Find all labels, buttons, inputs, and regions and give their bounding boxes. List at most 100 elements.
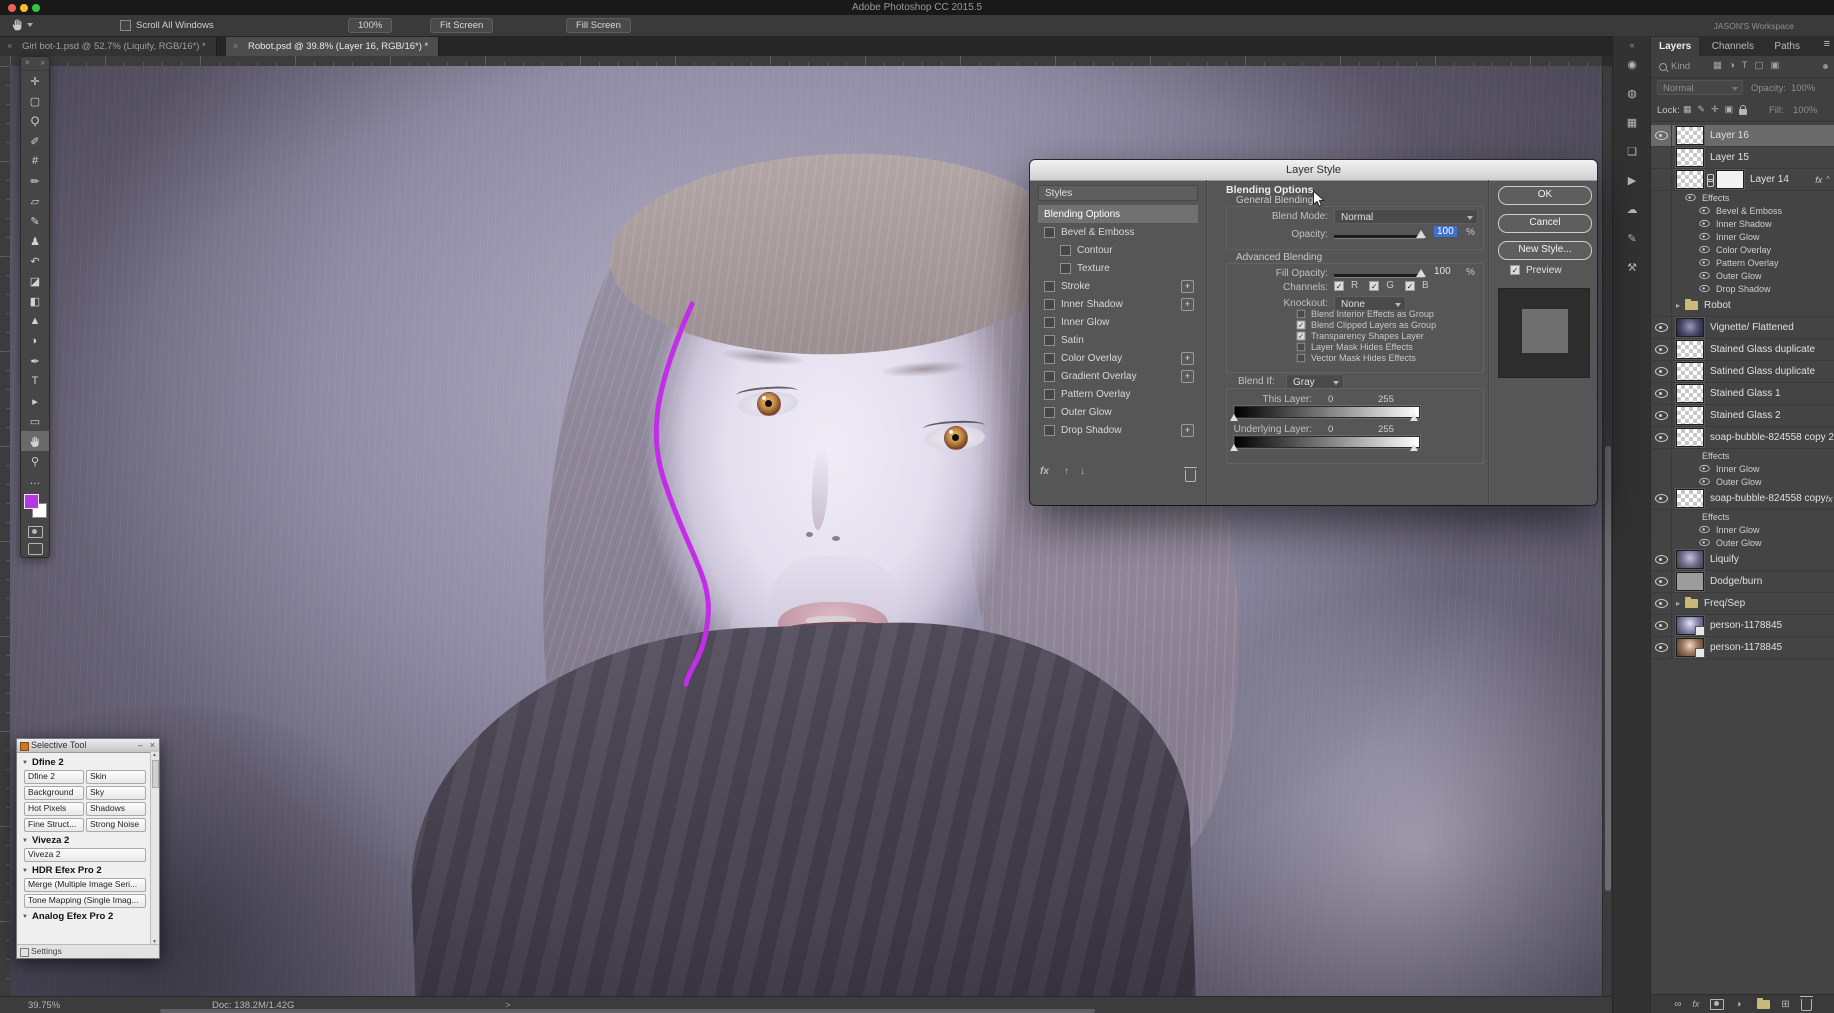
- layer-row-satined-glass-duplicate[interactable]: Satined Glass duplicate: [1651, 361, 1834, 383]
- layer-row-outer-glow[interactable]: Outer Glow: [1651, 475, 1834, 488]
- quick-mask-button[interactable]: [21, 523, 49, 540]
- layer-row-pattern-overlay[interactable]: Pattern Overlay: [1651, 256, 1834, 269]
- hand-tool[interactable]: [21, 431, 49, 451]
- opacity-slider-thumb[interactable]: [1416, 230, 1426, 238]
- visibility-toggle[interactable]: [1651, 169, 1672, 190]
- horizontal-scroll-thumb[interactable]: [160, 1009, 1095, 1013]
- move-style-up-icon[interactable]: ↑: [1064, 466, 1069, 477]
- add-style-instance-button[interactable]: +: [1181, 424, 1194, 437]
- visibility-toggle[interactable]: [1651, 536, 1672, 549]
- layer-row-outer-glow[interactable]: Outer Glow: [1651, 269, 1834, 282]
- visibility-toggle[interactable]: [1651, 256, 1672, 269]
- tab-channels[interactable]: Channels: [1704, 37, 1762, 57]
- document-tab-robot[interactable]: × Robot.psd @ 39.8% (Layer 16, RGB/16*) …: [226, 37, 439, 56]
- style-item-pattern-overlay[interactable]: Pattern Overlay: [1038, 385, 1198, 403]
- filter-button-strong-noise[interactable]: Strong Noise: [86, 818, 146, 832]
- add-layer-mask-icon[interactable]: [1710, 999, 1724, 1010]
- layer-row-color-overlay[interactable]: Color Overlay: [1651, 243, 1834, 256]
- visibility-toggle[interactable]: [1651, 488, 1672, 509]
- link-layers-icon[interactable]: ∞: [1674, 999, 1681, 1010]
- brush-tool[interactable]: ✎: [21, 211, 49, 231]
- style-checkbox[interactable]: [1044, 317, 1055, 328]
- settings-label[interactable]: Settings: [31, 946, 62, 956]
- ok-button[interactable]: OK: [1498, 186, 1592, 205]
- expand-group-icon[interactable]: ▸: [1676, 301, 1680, 310]
- crop-tool[interactable]: #: [21, 151, 49, 171]
- filter-shape-layers-icon[interactable]: ▢: [1755, 60, 1764, 71]
- collapse-section-icon[interactable]: ▼: [22, 914, 28, 920]
- actual-pixels-button[interactable]: 100%: [348, 18, 392, 33]
- style-item-drop-shadow[interactable]: Drop Shadow+: [1038, 421, 1198, 439]
- expand-panel-icon[interactable]: »: [41, 58, 45, 67]
- filter-button-fine-struct[interactable]: Fine Struct...: [24, 818, 84, 832]
- style-checkbox[interactable]: [1044, 299, 1055, 310]
- layer-row-dodge-burn[interactable]: Dodge/burn: [1651, 571, 1834, 593]
- collapse-section-icon[interactable]: ▼: [22, 868, 28, 874]
- layer-blend-mode-select[interactable]: Normal: [1657, 80, 1743, 95]
- close-panel-icon[interactable]: ×: [25, 58, 30, 67]
- visibility-toggle[interactable]: [1651, 593, 1672, 614]
- visibility-toggle[interactable]: [1651, 295, 1672, 316]
- visibility-toggle[interactable]: [1651, 615, 1672, 636]
- style-checkbox[interactable]: [1060, 245, 1071, 256]
- lock-pixels-icon[interactable]: ✎: [1698, 104, 1706, 115]
- option-layer-mask-hides-effects[interactable]: Layer Mask Hides Effects: [1296, 341, 1436, 352]
- fill-opacity-value[interactable]: 100: [1434, 266, 1451, 277]
- visibility-toggle[interactable]: [1651, 462, 1672, 475]
- visibility-toggle[interactable]: [1651, 549, 1672, 570]
- opacity-slider[interactable]: [1334, 235, 1424, 238]
- channel-r-checkbox[interactable]: ✓: [1334, 281, 1344, 291]
- filter-button-background[interactable]: Background: [24, 786, 84, 800]
- healing-brush-tool[interactable]: ▱: [21, 191, 49, 211]
- new-layer-icon[interactable]: ⊞: [1781, 999, 1789, 1010]
- style-item-outer-glow[interactable]: Outer Glow: [1038, 403, 1198, 421]
- add-style-instance-button[interactable]: +: [1181, 298, 1194, 311]
- option-vector-mask-hides-effects[interactable]: Vector Mask Hides Effects: [1296, 352, 1436, 363]
- lock-transparency-icon[interactable]: ▦: [1683, 104, 1692, 115]
- visibility-toggle[interactable]: [1651, 405, 1672, 426]
- fx-icon[interactable]: fx: [1040, 466, 1049, 477]
- add-style-instance-button[interactable]: +: [1181, 370, 1194, 383]
- visibility-toggle[interactable]: [1651, 637, 1672, 658]
- layer-row-stained-glass-1[interactable]: Stained Glass 1: [1651, 383, 1834, 405]
- clone-stamp-tool[interactable]: ♟: [21, 231, 49, 251]
- option-checkbox[interactable]: [1297, 353, 1306, 362]
- actions-panel-icon[interactable]: ▶: [1628, 174, 1636, 187]
- tools-panel-header[interactable]: × »: [21, 57, 49, 71]
- blend-mode-select[interactable]: Normal: [1334, 209, 1478, 224]
- new-style-button[interactable]: New Style...: [1498, 241, 1592, 260]
- style-item-bevel-emboss[interactable]: Bevel & Emboss: [1038, 223, 1198, 241]
- layer-row-person-1178845[interactable]: person-1178845: [1651, 615, 1834, 637]
- style-checkbox[interactable]: [1044, 227, 1055, 238]
- filter-kind-select[interactable]: Kind: [1671, 61, 1690, 72]
- add-layer-style-icon[interactable]: fx: [1692, 999, 1699, 1009]
- visibility-toggle[interactable]: [1651, 361, 1672, 382]
- minimize-icon[interactable]: –: [138, 740, 143, 750]
- visibility-toggle[interactable]: [1651, 147, 1672, 168]
- layer-row-bevel-emboss[interactable]: Bevel & Emboss: [1651, 204, 1834, 217]
- tab-paths[interactable]: Paths: [1766, 37, 1808, 57]
- close-tab-icon[interactable]: ×: [7, 37, 12, 56]
- style-checkbox[interactable]: [1044, 407, 1055, 418]
- zoom-level[interactable]: 39.75%: [28, 1000, 60, 1011]
- filter-type-layers-icon[interactable]: T: [1742, 60, 1748, 71]
- layer-row-effects[interactable]: Effects: [1651, 510, 1834, 523]
- visibility-toggle[interactable]: [1651, 217, 1672, 230]
- vertical-scroll-thumb[interactable]: [1605, 446, 1611, 891]
- selective-tool-titlebar[interactable]: Selective Tool – ×: [17, 739, 159, 753]
- layer-opacity-value[interactable]: 100%: [1791, 83, 1815, 94]
- visibility-toggle[interactable]: [1651, 204, 1672, 217]
- scroll-thumb[interactable]: [152, 760, 159, 788]
- style-item-inner-glow[interactable]: Inner Glow: [1038, 313, 1198, 331]
- visibility-toggle[interactable]: [1651, 449, 1672, 462]
- expand-group-icon[interactable]: ▸: [1676, 599, 1680, 608]
- filter-button-dfine-2[interactable]: Dfine 2: [24, 770, 84, 784]
- channel-b-checkbox[interactable]: ✓: [1405, 281, 1415, 291]
- move-tool[interactable]: ✛: [21, 71, 49, 91]
- quick-selection-tool[interactable]: ✐: [21, 131, 49, 151]
- cancel-button[interactable]: Cancel: [1498, 214, 1592, 233]
- layer-row-soap-bubble-824558-copy-2[interactable]: soap-bubble-824558 copy 2fx^: [1651, 427, 1834, 449]
- visibility-toggle[interactable]: [1651, 269, 1672, 282]
- layer-row-inner-glow[interactable]: Inner Glow: [1651, 462, 1834, 475]
- filter-toggle-icon[interactable]: [1823, 64, 1828, 69]
